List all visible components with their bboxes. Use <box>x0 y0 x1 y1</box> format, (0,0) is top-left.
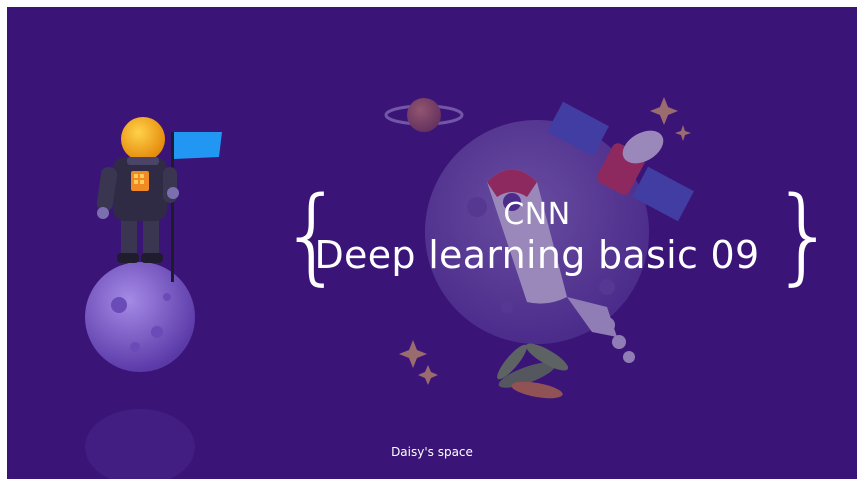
planet-with-rocket-and-satellite-icon <box>384 97 694 399</box>
flag-icon <box>174 132 222 159</box>
footer-caption: Daisy's space <box>391 445 473 459</box>
ringed-planet-icon <box>384 98 464 132</box>
helmet-icon <box>121 117 165 161</box>
astronaut-on-planet-icon <box>85 117 222 479</box>
sparkle-icon <box>418 365 438 385</box>
plant-icon <box>497 343 569 399</box>
slide-artwork <box>85 97 694 479</box>
sparkle-icon <box>675 125 691 141</box>
sparkle-icon <box>650 97 678 125</box>
sparkle-icon <box>399 340 427 368</box>
slide: { CNN Deep learning basic 09 } Daisy's s… <box>7 7 857 479</box>
small-planet-icon <box>85 262 195 372</box>
